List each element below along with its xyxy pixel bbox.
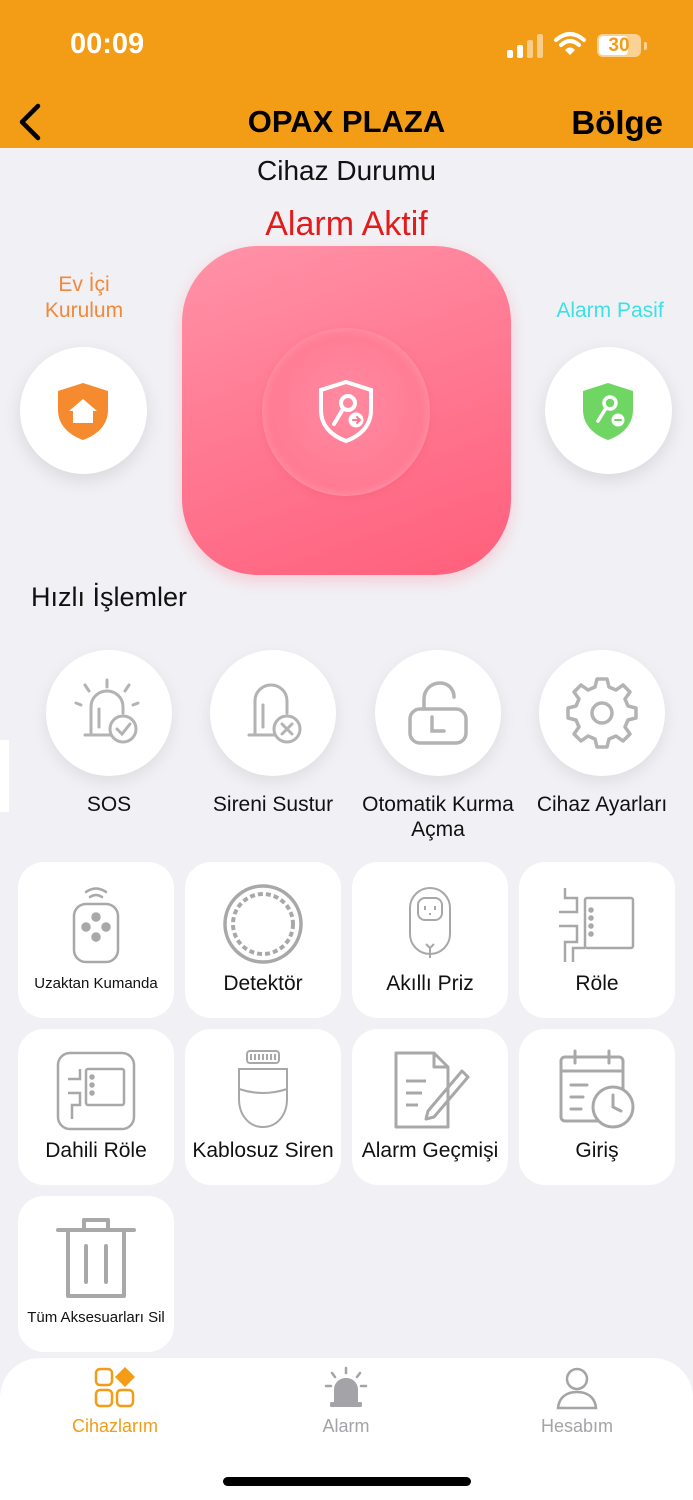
remote-control-icon bbox=[72, 887, 120, 964]
home-mode-button[interactable] bbox=[20, 347, 147, 474]
device-card-label: Giriş bbox=[575, 1139, 619, 1162]
device-card-label: Kablosuz Siren bbox=[192, 1139, 334, 1162]
disarm-mode-button[interactable] bbox=[545, 347, 672, 474]
device-card-entry[interactable]: Giriş bbox=[519, 1029, 675, 1185]
alarm-state-text: Alarm Aktif bbox=[265, 205, 428, 243]
device-card-label: Akıllı Priz bbox=[386, 972, 474, 995]
calendar-clock-icon bbox=[559, 1049, 635, 1129]
arm-alarm-button[interactable] bbox=[182, 246, 511, 575]
device-card-label: Dahili Röle bbox=[45, 1139, 147, 1162]
disarm-mode-label: Alarm Pasif bbox=[556, 299, 664, 322]
device-card-label: Tüm Aksesuarları Sil bbox=[27, 1309, 165, 1326]
region-button[interactable]: Bölge bbox=[571, 104, 663, 142]
siren-icon bbox=[324, 1366, 368, 1407]
device-card-delete-all[interactable]: Tüm Aksesuarları Sil bbox=[18, 1196, 174, 1352]
device-card-detector[interactable]: Detektör bbox=[185, 862, 341, 1018]
tab-label: Cihazlarım bbox=[71, 1416, 159, 1436]
tab-label: Hesabım bbox=[540, 1416, 614, 1436]
home-indicator bbox=[223, 1477, 471, 1486]
app-header: 00:09 30 OPAX PLAZA Bölge bbox=[0, 0, 693, 148]
device-card-remote[interactable]: Uzaktan Kumanda bbox=[18, 862, 174, 1018]
home-mode-label: Ev İçi Kurulum bbox=[44, 273, 124, 322]
detector-icon bbox=[223, 884, 303, 964]
device-card-relay[interactable]: Röle bbox=[519, 862, 675, 1018]
device-card-smart-plug[interactable]: Akıllı Priz bbox=[352, 862, 508, 1018]
siren-mute-icon bbox=[247, 683, 302, 744]
user-icon bbox=[556, 1367, 598, 1410]
device-card-label: Röle bbox=[575, 972, 619, 995]
siren-check-icon bbox=[74, 678, 140, 744]
trash-icon bbox=[56, 1218, 136, 1298]
device-card-label: Uzaktan Kumanda bbox=[34, 975, 158, 992]
device-card-label: Alarm Geçmişi bbox=[361, 1139, 499, 1162]
battery-level: 30 bbox=[608, 35, 630, 56]
smart-plug-icon bbox=[409, 887, 451, 958]
device-card-alarm-history[interactable]: Alarm Geçmişi bbox=[352, 1029, 508, 1185]
device-card-internal-relay[interactable]: Dahili Röle bbox=[18, 1029, 174, 1185]
device-card-wireless-siren[interactable]: Kablosuz Siren bbox=[185, 1029, 341, 1185]
cellular-signal-icon bbox=[507, 34, 543, 58]
quick-actions-title: Hızlı İşlemler bbox=[31, 582, 188, 612]
timer-lock-icon bbox=[408, 681, 468, 745]
battery-icon: 30 bbox=[597, 34, 641, 57]
quick-action-label: Cihaz Ayarları bbox=[536, 793, 668, 816]
relay-icon bbox=[559, 888, 635, 962]
history-icon bbox=[394, 1051, 470, 1129]
wireless-siren-icon bbox=[238, 1050, 288, 1129]
internal-relay-icon bbox=[56, 1051, 136, 1131]
device-card-label: Detektör bbox=[223, 972, 303, 995]
device-status-heading: Cihaz Durumu bbox=[257, 155, 436, 186]
arm-shield-icon bbox=[319, 379, 373, 444]
home-shield-icon bbox=[58, 383, 108, 440]
gear-icon bbox=[566, 677, 638, 749]
disarm-shield-icon bbox=[583, 383, 633, 440]
devices-grid-icon bbox=[94, 1367, 135, 1408]
status-time: 00:09 bbox=[70, 28, 145, 60]
wifi-icon bbox=[554, 32, 586, 55]
tab-label: Alarm bbox=[322, 1416, 370, 1436]
